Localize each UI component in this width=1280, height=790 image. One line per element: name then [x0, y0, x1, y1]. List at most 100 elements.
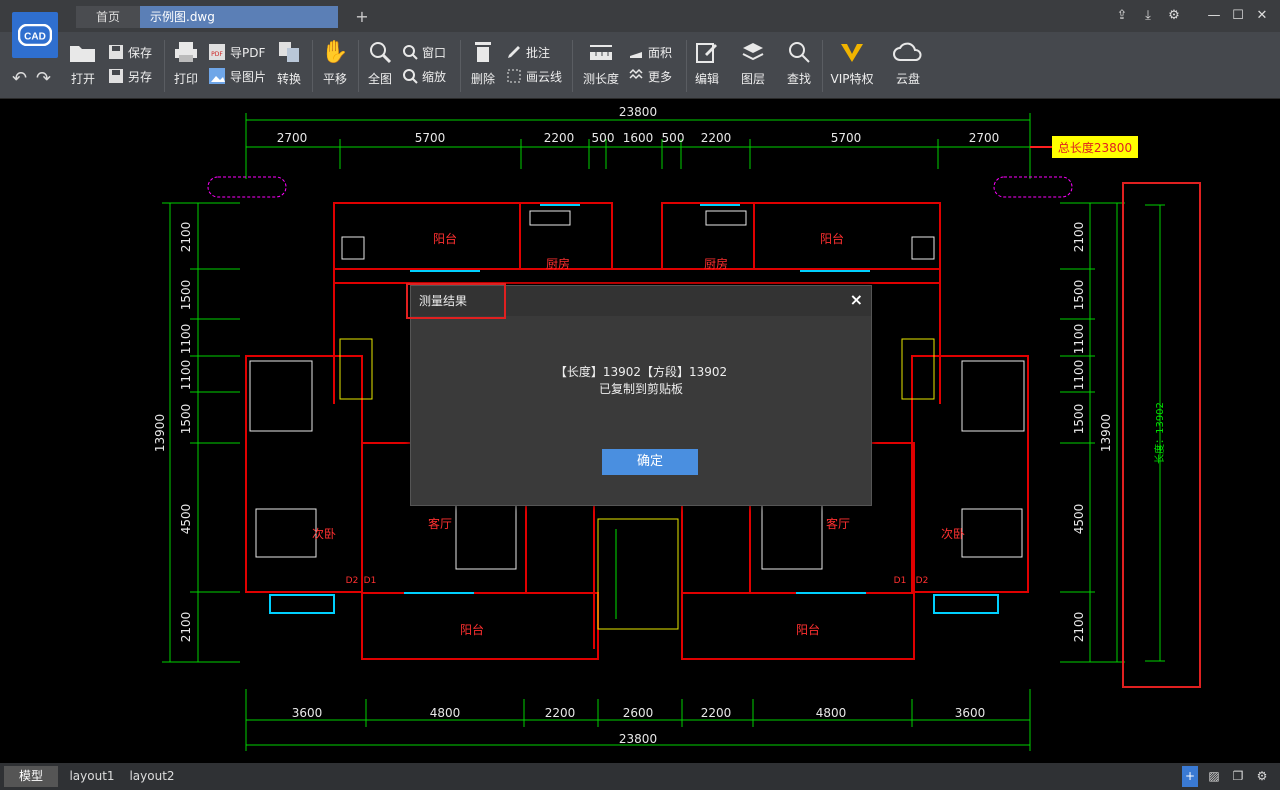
search-icon — [789, 42, 810, 63]
layout-icon[interactable]: ❐ — [1230, 766, 1246, 787]
door-label: D2 — [916, 576, 929, 586]
measure-result-text: 【长度】13902【方段】13902 — [554, 365, 728, 379]
layers-button[interactable]: 图层 — [731, 38, 775, 87]
tab-layout1[interactable]: layout1 — [64, 766, 120, 787]
edit-button[interactable]: 编辑 — [685, 38, 729, 87]
dim-top: 2700 — [277, 131, 308, 145]
measure-length-button[interactable]: 测长度 — [579, 38, 623, 87]
close-window-icon[interactable]: ✕ — [1252, 6, 1272, 26]
pan-label: 平移 — [322, 72, 347, 86]
dim-top: 1600 — [623, 131, 654, 145]
ribbon-toolbar: ↶ ↷ 打开 保存 另存 打印 PDF 导PDF 导图片 转换 ✋ 平移 全图 … — [0, 32, 1280, 99]
dialog-message: 【长度】13902【方段】13902 已复制到剪贴板 — [411, 364, 871, 398]
saveas-button[interactable]: 另存 — [108, 66, 152, 86]
dim-right: 1100 — [1072, 324, 1086, 355]
save-button[interactable]: 保存 — [108, 42, 152, 62]
download-icon[interactable]: ⤓ — [1138, 6, 1158, 26]
share-icon[interactable]: ⇪ — [1112, 6, 1132, 26]
zoom-window-button[interactable]: 窗口 — [402, 42, 446, 62]
dim-bottom: 2200 — [545, 706, 576, 720]
maximize-icon[interactable]: ☐ — [1228, 6, 1248, 26]
room-label: 阳台 — [796, 622, 820, 637]
find-button[interactable]: 查找 — [777, 38, 821, 87]
clipboard-notice: 已复制到剪贴板 — [598, 382, 683, 396]
zoom-button[interactable]: 缩放 — [402, 66, 446, 86]
image-icon — [209, 68, 225, 84]
layout-tab-bar: 模型 layout1 layout2 + ▨ ❐ ⚙ — [0, 763, 1280, 790]
undo-icon[interactable]: ↶ — [12, 68, 27, 89]
room-label: 客厅 — [826, 516, 850, 531]
room-label: 厨房 — [546, 256, 570, 271]
convert-label: 转换 — [276, 72, 301, 86]
tab-home[interactable]: 首页 — [76, 6, 140, 28]
dim-top: 500 — [592, 131, 615, 145]
room-label: 次卧 — [312, 527, 336, 541]
dim-right: 1500 — [1072, 404, 1086, 435]
minimize-icon[interactable]: — — [1204, 6, 1224, 26]
trash-icon — [475, 42, 491, 62]
settings-icon[interactable]: ⚙ — [1164, 6, 1184, 26]
hand-icon: ✋ — [321, 39, 349, 65]
ok-button[interactable]: 确定 — [602, 449, 698, 475]
print-label: 打印 — [173, 72, 198, 86]
dim-left-total: 13900 — [153, 414, 167, 452]
grid-icon[interactable]: + — [1182, 766, 1198, 787]
layers-icon — [742, 43, 764, 61]
tab-file[interactable]: 示例图.dwg — [140, 6, 338, 28]
door-label: D1 — [364, 576, 377, 586]
close-icon[interactable]: × — [850, 290, 863, 309]
room-label: 厨房 — [704, 256, 728, 271]
vip-icon — [841, 44, 863, 62]
app-logo: CAD — [12, 12, 58, 58]
cloud-line-label: 画云线 — [526, 69, 563, 84]
printer-icon — [175, 42, 197, 62]
export-pdf-button[interactable]: PDF 导PDF — [208, 42, 265, 62]
tab-model[interactable]: 模型 — [4, 766, 58, 787]
zoom-extents-icon — [370, 42, 392, 64]
more-label: 更多 — [648, 69, 673, 84]
dim-bottom: 3600 — [292, 706, 323, 720]
saveas-icon — [109, 69, 123, 83]
dim-left: 1500 — [179, 280, 193, 311]
vip-button[interactable]: VIP特权 — [830, 38, 874, 87]
area-label: 面积 — [648, 45, 673, 60]
dim-right: 2100 — [1072, 612, 1086, 643]
dialog-title-highlight — [406, 283, 506, 319]
dim-bottom: 4800 — [816, 706, 847, 720]
revision-cloud — [993, 176, 1073, 198]
cad-app-window: 首页 示例图.dwg + ⇪ ⤓ ⚙ — ☐ ✕ CAD ↶ ↷ 打开 保存 另… — [0, 0, 1280, 790]
save-label: 保存 — [128, 45, 153, 60]
delete-button[interactable]: 删除 — [461, 38, 505, 87]
open-button[interactable]: 打开 — [61, 38, 105, 87]
total-length-note-text: 总长度23800 — [1058, 140, 1132, 155]
annotate-label: 批注 — [526, 45, 551, 60]
more-button[interactable]: 更多 — [628, 66, 672, 86]
pdf-icon: PDF — [209, 44, 225, 60]
print-button[interactable]: 打印 — [164, 38, 208, 87]
area-button[interactable]: 面积 — [628, 42, 672, 62]
tab-layout2[interactable]: layout2 — [124, 766, 180, 787]
pan-button[interactable]: ✋ 平移 — [313, 38, 357, 87]
export-image-button[interactable]: 导图片 — [208, 66, 266, 86]
saveas-label: 另存 — [128, 69, 153, 84]
dim-top: 2200 — [701, 131, 732, 145]
cloud-disk-button[interactable]: 云盘 — [886, 38, 930, 87]
dim-total-top: 23800 — [619, 105, 657, 119]
dim-left: 2100 — [179, 222, 193, 253]
add-tab-button[interactable]: + — [340, 6, 384, 28]
folder-icon — [70, 46, 95, 62]
zoom-window-label: 窗口 — [422, 45, 447, 60]
svg-text:CAD: CAD — [24, 32, 46, 43]
annotate-button[interactable]: 批注 — [506, 42, 550, 62]
convert-button[interactable]: 转换 — [267, 38, 311, 87]
dim-bottom: 2200 — [701, 706, 732, 720]
hatch-icon[interactable]: ▨ — [1206, 766, 1222, 787]
dim-left: 1500 — [179, 404, 193, 435]
cloud-icon — [893, 42, 922, 61]
redo-icon[interactable]: ↷ — [36, 68, 51, 89]
svg-text:PDF: PDF — [211, 51, 223, 58]
settings-small-icon[interactable]: ⚙ — [1254, 766, 1270, 787]
dim-bottom: 3600 — [955, 706, 986, 720]
cloud-line-button[interactable]: 画云线 — [506, 66, 562, 86]
full-view-button[interactable]: 全图 — [358, 38, 402, 87]
